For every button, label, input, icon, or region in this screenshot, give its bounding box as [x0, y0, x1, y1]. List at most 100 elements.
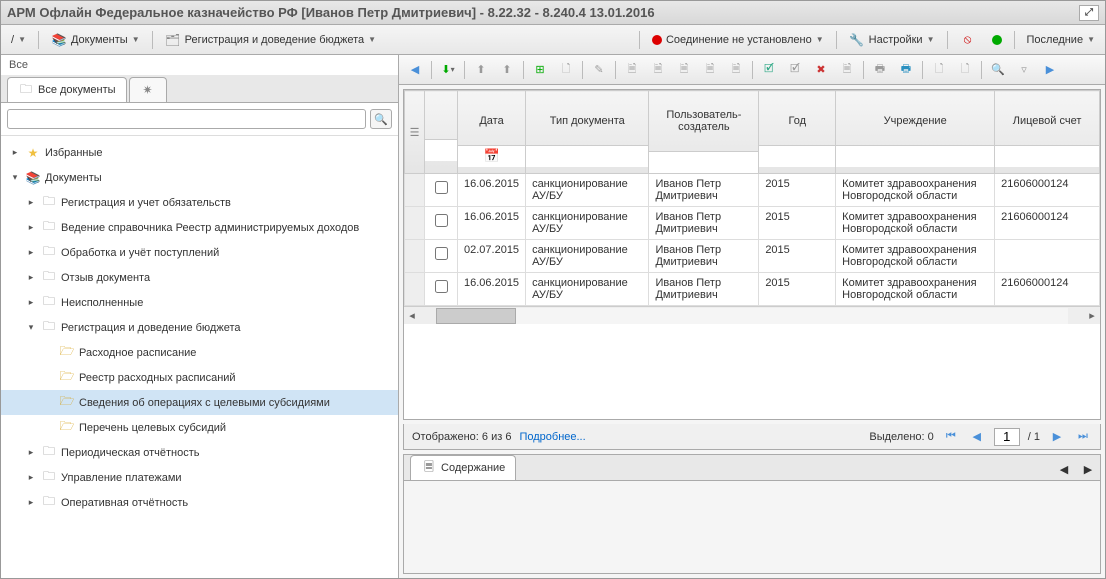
pager-prev[interactable]: ◀	[968, 428, 986, 446]
menu-documents[interactable]: 📚 Документы ▼	[45, 30, 146, 50]
connection-status[interactable]: Соединение не установлено ▼	[646, 32, 830, 48]
tree-reg-budget[interactable]: ▾ 🗀 Регистрация и доведение бюджета	[1, 315, 398, 340]
menu-registration[interactable]: 🗂 Регистрация и доведение бюджета ▼	[159, 30, 382, 50]
row-handle	[405, 273, 425, 306]
pager-next[interactable]: ▶	[1048, 428, 1066, 446]
nav-prev-button[interactable]: ◀	[403, 59, 427, 81]
sidebar-tree: ▸ ★ Избранные ▾ 📚 Документы ▸ 🗀 Регистра…	[1, 136, 398, 578]
filter-creator[interactable]	[651, 154, 756, 172]
doc-b-button[interactable]: 🗎	[646, 59, 670, 81]
doc-e-button[interactable]: 🗎	[724, 59, 748, 81]
sidebar-search-input[interactable]	[7, 109, 366, 129]
attach-button[interactable]: 🗋	[554, 59, 578, 81]
filter-doctype[interactable]	[528, 148, 646, 166]
tree-reg-accounting[interactable]: ▸ 🗀 Регистрация и учет обязательств	[1, 190, 398, 215]
pager-last[interactable]: ⏭	[1074, 428, 1092, 446]
menu-settings[interactable]: 🔧 Настройки ▼	[843, 30, 941, 50]
new-doc-button[interactable]: ⊞	[528, 59, 552, 81]
tree-processing[interactable]: ▸ 🗀 Обработка и учёт поступлений	[1, 240, 398, 265]
calendar-icon[interactable]: 📅	[483, 148, 499, 163]
edit-button[interactable]: ✎	[587, 59, 611, 81]
upload-button[interactable]: ⬆	[469, 59, 493, 81]
folder-open-icon: 🗁	[59, 420, 75, 436]
scrollbar-thumb[interactable]	[436, 308, 516, 324]
cell-year: 2015	[759, 207, 836, 240]
tab-content[interactable]: 🗏 Содержание	[410, 455, 516, 480]
tree-registry-schedules[interactable]: 🗁 Реестр расходных расписаний	[1, 365, 398, 390]
status-more-link[interactable]: Подробнее...	[519, 431, 585, 443]
cell-creator: Иванов Петр Дмитриевич	[649, 273, 759, 306]
tree-payment-mgmt[interactable]: ▸ 🗀 Управление платежами	[1, 465, 398, 490]
menu-recent[interactable]: Последние ▼	[1021, 32, 1102, 48]
search-grid-button[interactable]: 🔍	[986, 59, 1010, 81]
tree-recall[interactable]: ▸ 🗀 Отзыв документа	[1, 265, 398, 290]
tree-expense-schedule[interactable]: 🗁 Расходное расписание	[1, 340, 398, 365]
filter-account[interactable]	[997, 148, 1097, 166]
table-row[interactable]: 16.06.2015санкционирование АУ/БУИванов П…	[405, 207, 1100, 240]
col-account[interactable]: Лицевой счет	[995, 97, 1099, 145]
col-creator[interactable]: Пользователь-создатель	[649, 91, 758, 151]
col-date[interactable]: Дата	[458, 97, 525, 145]
tree-documents[interactable]: ▾ 📚 Документы	[1, 165, 398, 190]
approve-all-button[interactable]: 🗹	[783, 59, 807, 81]
pager-total: / 1	[1028, 431, 1040, 443]
delete-button[interactable]: ✖	[809, 59, 833, 81]
filter-year[interactable]	[761, 148, 833, 166]
doc-c-button[interactable]: 🗎	[672, 59, 696, 81]
tree-ref-registry[interactable]: ▸ 🗀 Ведение справочника Реестр администр…	[1, 215, 398, 240]
table-row[interactable]: 02.07.2015санкционирование АУ/БУИванов П…	[405, 240, 1100, 273]
tree-periodic-reports[interactable]: ▸ 🗀 Периодическая отчётность	[1, 440, 398, 465]
export-a-button[interactable]: 🗋	[927, 59, 951, 81]
col-institution[interactable]: Учреждение	[836, 97, 994, 145]
detail-prev-button[interactable]: ◀	[1052, 458, 1076, 480]
tree-label: Оперативная отчётность	[61, 497, 188, 509]
col-year[interactable]: Год	[759, 97, 835, 145]
upload-copy-button[interactable]: ⬆	[495, 59, 519, 81]
print-preview-button[interactable]: 🖶	[894, 59, 918, 81]
doc-d-button[interactable]: 🗎	[698, 59, 722, 81]
cell-institution: Комитет здравоохранения Новгородской обл…	[836, 240, 995, 273]
sidebar-search-button[interactable]: 🔍	[370, 109, 392, 129]
tree-target-subsidies[interactable]: 🗁 Сведения об операциях с целевыми субси…	[1, 390, 398, 415]
sync-button[interactable]	[986, 33, 1008, 47]
doc-a-button[interactable]: 🗎	[620, 59, 644, 81]
pager-first[interactable]: ⏮	[942, 428, 960, 446]
doc-lookup-button[interactable]: 🗎	[835, 59, 859, 81]
row-checkbox[interactable]	[435, 181, 448, 194]
filter-institution[interactable]	[838, 148, 992, 166]
approve-button[interactable]: 🗹	[757, 59, 781, 81]
folder-icon: 🗀	[41, 495, 57, 511]
tree-subsidies-list[interactable]: 🗁 Перечень целевых субсидий	[1, 415, 398, 440]
dropdown-blank[interactable]: / ▼	[5, 32, 32, 48]
scroll-left-icon[interactable]: ◂	[404, 308, 420, 324]
table-row[interactable]: 16.06.2015санкционирование АУ/БУИванов П…	[405, 273, 1100, 306]
connection-offline-icon	[652, 35, 662, 45]
row-checkbox[interactable]	[435, 214, 448, 227]
detail-next-button[interactable]: ▶	[1076, 458, 1100, 480]
upload-copy-icon: ⬆	[502, 63, 511, 76]
row-checkbox[interactable]	[435, 280, 448, 293]
pager-page-input[interactable]	[994, 428, 1020, 446]
folder-icon: 🗀	[41, 220, 57, 236]
download-button[interactable]: ⬇▾	[436, 59, 460, 81]
tab-settings[interactable]: ✷	[129, 77, 167, 102]
filter-funnel-icon[interactable]: ☰	[410, 127, 420, 139]
collapse-icon: ▾	[9, 172, 21, 183]
tree-label: Управление платежами	[61, 472, 182, 484]
print-button[interactable]: 🖶	[868, 59, 892, 81]
grid-h-scrollbar[interactable]: ◂ ▸	[404, 306, 1100, 324]
col-doctype[interactable]: Тип документа	[526, 97, 648, 145]
row-checkbox[interactable]	[435, 247, 448, 260]
export-b-button[interactable]: 🗋	[953, 59, 977, 81]
tree-operative-reports[interactable]: ▸ 🗀 Оперативная отчётность	[1, 490, 398, 515]
scroll-right-icon[interactable]: ▸	[1084, 308, 1100, 324]
no-entry-button[interactable]: ⦸	[954, 30, 982, 50]
expand-button[interactable]: ⤢	[1079, 5, 1099, 21]
tree-unexecuted[interactable]: ▸ 🗀 Неисполненные	[1, 290, 398, 315]
tree-favorites[interactable]: ▸ ★ Избранные	[1, 140, 398, 165]
tree-label: Регистрация и учет обязательств	[61, 197, 231, 209]
tab-all-documents[interactable]: 🗀 Все документы	[7, 77, 127, 102]
table-row[interactable]: 16.06.2015санкционирование АУ/БУИванов П…	[405, 174, 1100, 207]
filter-button[interactable]: ▿	[1012, 59, 1036, 81]
nav-next-button[interactable]: ▶	[1038, 59, 1062, 81]
